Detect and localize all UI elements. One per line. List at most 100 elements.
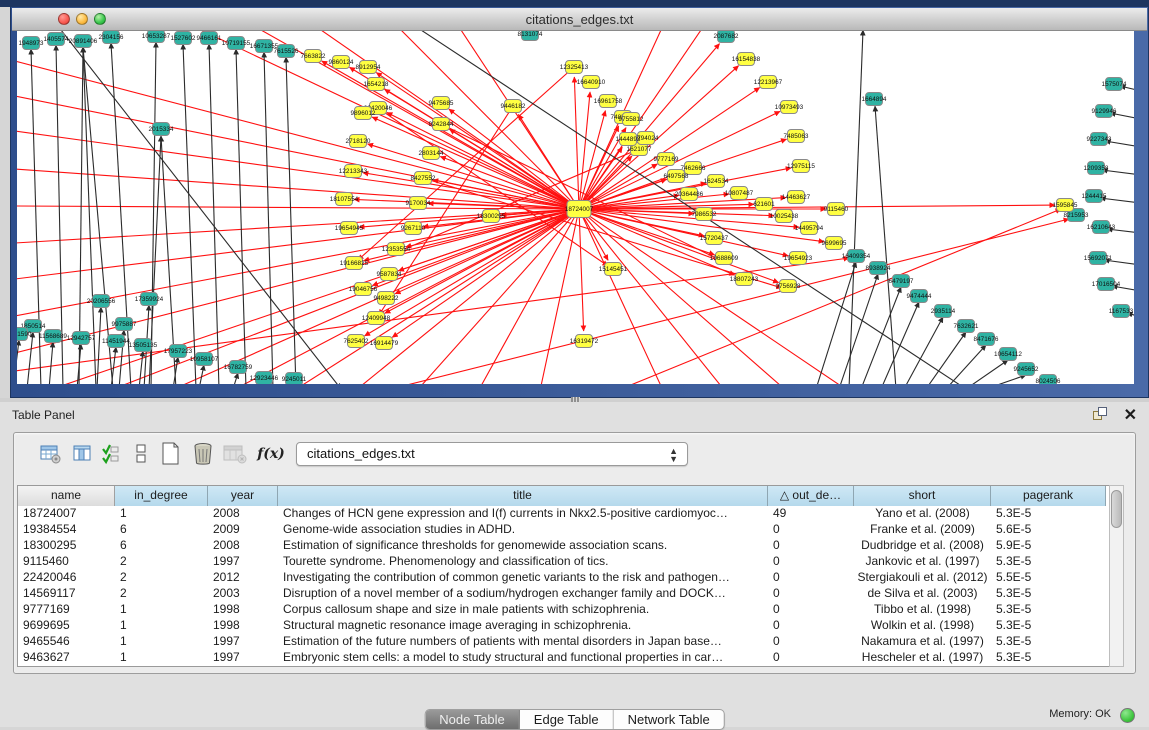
table-cell[interactable]: Wolkin et al. (1998)	[854, 618, 991, 634]
column-header[interactable]: title	[278, 486, 768, 506]
table-cell[interactable]: 5.3E-5	[991, 634, 1106, 650]
table-cell[interactable]: 1997	[208, 554, 278, 570]
table-vertical-scrollbar[interactable]	[1109, 485, 1124, 667]
table-cell[interactable]: 1	[115, 650, 208, 666]
table-cell[interactable]: 9463627	[18, 650, 115, 666]
node-table[interactable]: namein_degreeyeartitle△ out_de…shortpage…	[17, 485, 1109, 667]
table-row[interactable]: 1456911722003Disruption of a novel membe…	[18, 586, 1109, 602]
table-cell[interactable]: 2012	[208, 570, 278, 586]
column-header[interactable]: pagerank	[991, 486, 1106, 506]
table-cell[interactable]: 5.3E-5	[991, 506, 1106, 522]
table-cell[interactable]: Tourette syndrome. Phenomenology and cla…	[278, 554, 768, 570]
table-cell[interactable]: 18724007	[18, 506, 115, 522]
table-cell[interactable]: Corpus callosum shape and size in male p…	[278, 602, 768, 618]
table-cell[interactable]: Genome-wide association studies in ADHD.	[278, 522, 768, 538]
table-cell[interactable]: Tibbo et al. (1998)	[854, 602, 991, 618]
table-cell[interactable]: Embryonic stem cells: a model to study s…	[278, 650, 768, 666]
table-cell[interactable]: Nakamura et al. (1997)	[854, 634, 991, 650]
network-canvas[interactable]: 1872400718300295194897314055742089140623…	[17, 31, 1134, 384]
table-cell[interactable]: 0	[768, 602, 854, 618]
delete-table-icon[interactable]	[190, 441, 216, 467]
table-cell[interactable]: 1	[115, 602, 208, 618]
table-cell[interactable]: 0	[768, 586, 854, 602]
table-cell[interactable]: 19384554	[18, 522, 115, 538]
table-row[interactable]: 946554611997Estimation of the future num…	[18, 634, 1109, 650]
table-cell[interactable]: 5.5E-5	[991, 570, 1106, 586]
table-cell[interactable]: 9699695	[18, 618, 115, 634]
function-builder-icon[interactable]: f(x)	[258, 441, 284, 467]
show-columns-icon[interactable]	[70, 441, 96, 467]
table-cell[interactable]: 2	[115, 586, 208, 602]
table-cell[interactable]: 6	[115, 522, 208, 538]
column-header[interactable]: short	[854, 486, 991, 506]
table-cell[interactable]: Changes of HCN gene expression and I(f) …	[278, 506, 768, 522]
table-cell[interactable]: 2003	[208, 586, 278, 602]
table-row[interactable]: 1872400712008Changes of HCN gene express…	[18, 506, 1109, 522]
table-cell[interactable]: 9115460	[18, 554, 115, 570]
table-cell[interactable]: 2008	[208, 506, 278, 522]
table-cell[interactable]: 2	[115, 570, 208, 586]
table-cell[interactable]: 1	[115, 634, 208, 650]
table-body[interactable]: 1872400712008Changes of HCN gene express…	[18, 506, 1109, 666]
table-cell[interactable]: 18300295	[18, 538, 115, 554]
table-header-row[interactable]: namein_degreeyeartitle△ out_de…shortpage…	[18, 486, 1109, 506]
table-cell[interactable]: 6	[115, 538, 208, 554]
column-header[interactable]: year	[208, 486, 278, 506]
table-cell[interactable]: 9777169	[18, 602, 115, 618]
table-cell[interactable]: 2	[115, 554, 208, 570]
table-row[interactable]: 1938455462009Genome-wide association stu…	[18, 522, 1109, 538]
table-cell[interactable]: 0	[768, 650, 854, 666]
table-cell[interactable]: de Silva et al. (2003)	[854, 586, 991, 602]
table-cell[interactable]: 5.6E-5	[991, 522, 1106, 538]
table-cell[interactable]: 0	[768, 522, 854, 538]
row-height-icon[interactable]	[128, 441, 154, 467]
table-cell[interactable]: 2008	[208, 538, 278, 554]
table-row[interactable]: 946362711997Embryonic stem cells: a mode…	[18, 650, 1109, 666]
table-cell[interactable]: 1997	[208, 634, 278, 650]
network-window[interactable]: citations_edges.txt 18724007183002951948…	[10, 6, 1149, 398]
table-cell[interactable]: 0	[768, 570, 854, 586]
new-table-icon[interactable]	[158, 441, 184, 467]
table-cell[interactable]: 22420046	[18, 570, 115, 586]
table-cell[interactable]: Investigating the contribution of common…	[278, 570, 768, 586]
table-cell[interactable]: 2009	[208, 522, 278, 538]
column-header[interactable]: △ out_de…	[768, 486, 854, 506]
table-cell[interactable]: Hescheler et al. (1997)	[854, 650, 991, 666]
table-cell[interactable]: 1998	[208, 618, 278, 634]
table-cell[interactable]: 1	[115, 506, 208, 522]
table-cell[interactable]: Jankovic et al. (1997)	[854, 554, 991, 570]
table-cell[interactable]: Estimation of significance thresholds fo…	[278, 538, 768, 554]
table-options-icon[interactable]	[38, 441, 64, 467]
table-cell[interactable]: 5.9E-5	[991, 538, 1106, 554]
table-cell[interactable]: 1997	[208, 650, 278, 666]
table-cell[interactable]: 9465546	[18, 634, 115, 650]
memory-ok-icon[interactable]	[1120, 708, 1135, 723]
table-cell[interactable]: 5.3E-5	[991, 618, 1106, 634]
select-all-checks-icon[interactable]	[98, 441, 124, 467]
table-cell[interactable]: 5.3E-5	[991, 602, 1106, 618]
table-cell[interactable]: 0	[768, 554, 854, 570]
table-source-select[interactable]: citations_edges.txt ▲▼	[296, 442, 688, 466]
table-cell[interactable]: 5.3E-5	[991, 554, 1106, 570]
table-cell[interactable]: 14569117	[18, 586, 115, 602]
table-cell[interactable]: 0	[768, 538, 854, 554]
table-cell[interactable]: 0	[768, 634, 854, 650]
table-row[interactable]: 977716911998Corpus callosum shape and si…	[18, 602, 1109, 618]
table-cell[interactable]: 1998	[208, 602, 278, 618]
table-cell[interactable]: 5.3E-5	[991, 586, 1106, 602]
table-cell[interactable]: 5.3E-5	[991, 650, 1106, 666]
table-row[interactable]: 969969511998Structural magnetic resonanc…	[18, 618, 1109, 634]
table-cell[interactable]: Yano et al. (2008)	[854, 506, 991, 522]
table-row[interactable]: 2242004622012Investigating the contribut…	[18, 570, 1109, 586]
network-window-titlebar[interactable]: citations_edges.txt	[12, 8, 1147, 31]
table-cell[interactable]: 0	[768, 618, 854, 634]
table-cell[interactable]: Stergiakouli et al. (2012)	[854, 570, 991, 586]
column-header[interactable]: in_degree	[115, 486, 208, 506]
table-cell[interactable]: Disruption of a novel member of a sodium…	[278, 586, 768, 602]
table-row[interactable]: 911546021997Tourette syndrome. Phenomeno…	[18, 554, 1109, 570]
table-cell[interactable]: 1	[115, 618, 208, 634]
table-cell[interactable]: Franke et al. (2009)	[854, 522, 991, 538]
float-panel-icon[interactable]	[1093, 407, 1107, 421]
table-row[interactable]: 1830029562008Estimation of significance …	[18, 538, 1109, 554]
table-cell[interactable]: 49	[768, 506, 854, 522]
